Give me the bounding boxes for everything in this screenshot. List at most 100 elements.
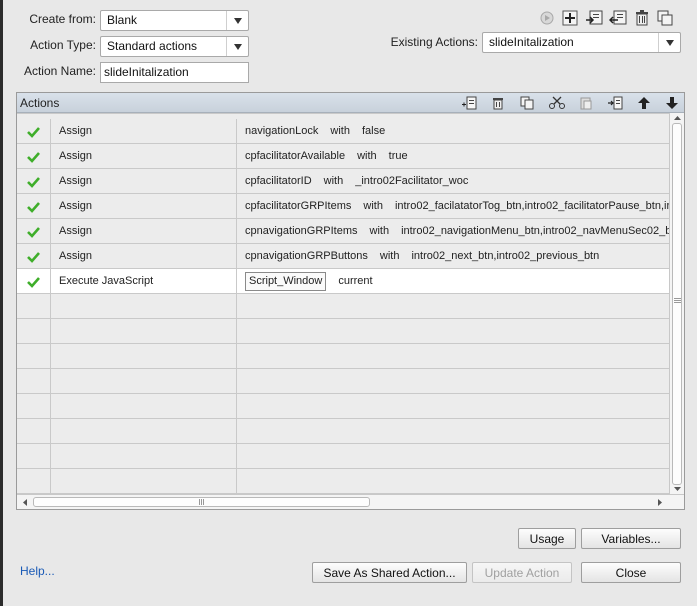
actions-panel-title: Actions bbox=[20, 96, 60, 110]
table-row[interactable]: Assign cpfacilitatorID with _intro02Facili… bbox=[17, 169, 669, 194]
variables-button[interactable]: Variables... bbox=[581, 528, 681, 549]
row-status-cell bbox=[17, 113, 51, 114]
table-row[interactable]: Assign cpfacilitatorGRPItems with intro02_… bbox=[17, 194, 669, 219]
table-row[interactable] bbox=[17, 444, 669, 469]
save-as-shared-action-button[interactable]: Save As Shared Action... bbox=[312, 562, 467, 583]
row-action-cell bbox=[51, 419, 237, 444]
row-with: with bbox=[323, 175, 344, 187]
horizontal-scrollbar[interactable] bbox=[17, 494, 684, 509]
delete-row-icon[interactable] bbox=[489, 95, 507, 111]
checkmark-icon bbox=[27, 126, 40, 138]
row-target: cpnavigationGRPItems bbox=[245, 225, 358, 237]
table-row[interactable]: Assign cpnavigationGRPItems with intro02_n… bbox=[17, 219, 669, 244]
checkmark-icon bbox=[27, 226, 40, 238]
row-status-cell bbox=[17, 319, 51, 344]
import-icon[interactable] bbox=[585, 10, 603, 26]
row-detail: cpfacilitatorID with _intro02Facilitator_w… bbox=[237, 169, 669, 194]
checkmark-icon bbox=[27, 276, 40, 288]
row-status-cell bbox=[17, 119, 51, 144]
row-action: Execute JavaScript bbox=[51, 269, 237, 294]
row-status-cell bbox=[17, 294, 51, 319]
delete-icon[interactable] bbox=[633, 10, 651, 26]
chevron-down-icon bbox=[226, 11, 248, 30]
scroll-right-arrow-icon[interactable] bbox=[655, 496, 665, 509]
grip-icon bbox=[674, 298, 681, 303]
scroll-up-arrow-icon[interactable] bbox=[670, 114, 685, 122]
duplicate-icon[interactable] bbox=[656, 10, 674, 26]
action-type-select[interactable]: Standard actions bbox=[100, 36, 249, 57]
row-action-cell bbox=[51, 469, 237, 494]
existing-actions-select[interactable]: slideInitalization bbox=[482, 32, 681, 53]
usage-button[interactable]: Usage bbox=[518, 528, 576, 549]
script-window-button[interactable]: Script_Window bbox=[245, 272, 327, 291]
checkmark-icon bbox=[27, 151, 40, 163]
row-status-cell bbox=[17, 469, 51, 494]
row-target: navigationLock bbox=[245, 125, 319, 137]
row-status-cell bbox=[17, 219, 51, 244]
paste-icon[interactable] bbox=[577, 95, 595, 111]
row-value: intro02_navigationMenu_btn,intro02_navMe… bbox=[401, 225, 669, 237]
table-row[interactable] bbox=[17, 294, 669, 319]
move-up-icon[interactable] bbox=[635, 95, 653, 111]
table-row[interactable] bbox=[17, 319, 669, 344]
close-button[interactable]: Close bbox=[581, 562, 681, 583]
table-row[interactable] bbox=[17, 113, 669, 114]
help-link[interactable]: Help... bbox=[20, 564, 55, 578]
update-action-button[interactable]: Update Action bbox=[472, 562, 572, 583]
row-action-cell bbox=[51, 369, 237, 394]
export-icon[interactable] bbox=[609, 10, 627, 26]
scroll-left-arrow-icon[interactable] bbox=[20, 496, 30, 509]
row-with: with bbox=[330, 125, 350, 137]
row-detail: Script_Window current bbox=[237, 269, 669, 294]
table-row[interactable]: Assign cpnavigationGRPButtons with intro02… bbox=[17, 244, 669, 269]
row-status-cell bbox=[17, 244, 51, 269]
row-with: with bbox=[357, 150, 377, 162]
table-row[interactable] bbox=[17, 419, 669, 444]
action-type-label: Action Type: bbox=[30, 38, 96, 52]
row-action: Assign bbox=[51, 169, 237, 194]
row-status-cell bbox=[17, 444, 51, 469]
create-from-label: Create from: bbox=[29, 12, 96, 26]
chevron-down-icon bbox=[658, 33, 680, 52]
existing-actions-label: Existing Actions: bbox=[390, 35, 478, 49]
checkmark-icon bbox=[27, 251, 40, 263]
table-row[interactable]: Assign navigationLock with false bbox=[17, 119, 669, 144]
row-with: with bbox=[369, 225, 390, 237]
action-name-input[interactable]: slideInitalization bbox=[100, 62, 249, 83]
row-target: cpfacilitatorAvailable bbox=[245, 150, 346, 162]
table-row[interactable] bbox=[17, 469, 669, 494]
vertical-scrollbar[interactable] bbox=[669, 113, 684, 494]
table-row-selected[interactable]: Execute JavaScript Script_Window current bbox=[17, 269, 669, 294]
row-detail: cpnavigationGRPItems with intro02_navigati… bbox=[237, 219, 669, 244]
row-action: Assign bbox=[51, 119, 237, 144]
add-icon[interactable] bbox=[561, 10, 579, 26]
move-down-icon[interactable] bbox=[663, 95, 681, 111]
indent-icon[interactable] bbox=[606, 95, 624, 111]
window-frame-edge bbox=[0, 0, 3, 606]
checkmark-icon bbox=[27, 201, 40, 213]
table-row[interactable] bbox=[17, 344, 669, 369]
actions-panel-header: Actions bbox=[17, 93, 684, 113]
actions-grid: Assign navigationLock with false Assign cp… bbox=[17, 113, 669, 494]
table-row[interactable]: Assign cpfacilitatorAvailable with true bbox=[17, 144, 669, 169]
table-row[interactable] bbox=[17, 394, 669, 419]
table-row[interactable] bbox=[17, 369, 669, 394]
row-detail: cpfacilitatorAvailable with true bbox=[237, 144, 669, 169]
scroll-down-arrow-icon[interactable] bbox=[670, 485, 685, 493]
row-status-cell bbox=[17, 194, 51, 219]
row-action-cell bbox=[51, 444, 237, 469]
row-target: cpnavigationGRPButtons bbox=[245, 250, 368, 262]
row-action-cell bbox=[51, 113, 237, 114]
copy-icon[interactable] bbox=[518, 95, 536, 111]
insert-row-icon[interactable] bbox=[460, 95, 478, 111]
row-detail: cpfacilitatorGRPItems with intro02_facilat… bbox=[237, 194, 669, 219]
cut-icon[interactable] bbox=[548, 95, 566, 111]
row-detail: cpnavigationGRPButtons with intro02_next_b… bbox=[237, 244, 669, 269]
create-from-select[interactable]: Blank bbox=[100, 10, 249, 31]
row-value: false bbox=[361, 125, 386, 137]
row-value: _intro02Facilitator_woc bbox=[355, 175, 469, 187]
row-action-cell bbox=[51, 394, 237, 419]
row-value: intro02_next_btn,intro02_previous_btn bbox=[411, 250, 600, 262]
play-icon[interactable] bbox=[538, 10, 556, 26]
row-action: Assign bbox=[51, 219, 237, 244]
